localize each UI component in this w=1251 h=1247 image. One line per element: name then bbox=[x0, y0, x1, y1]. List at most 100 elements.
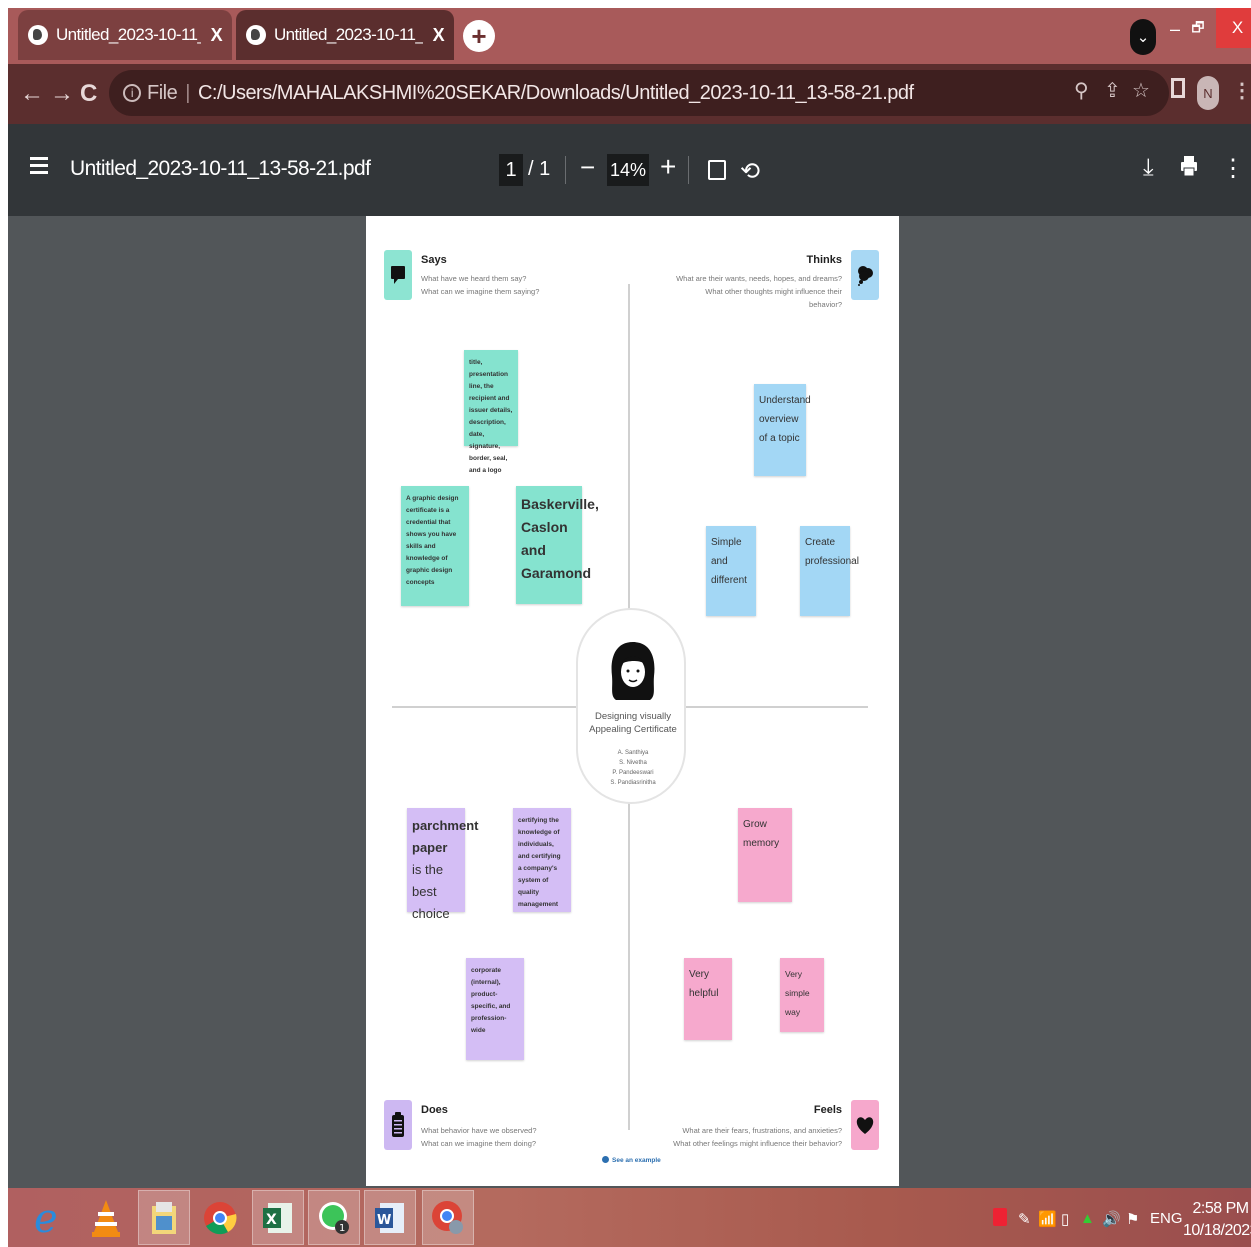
tab-pdf-1[interactable]: Untitled_2023-10-11_14-23-24.pdf X bbox=[18, 10, 232, 60]
nvidia-icon[interactable]: ▲ bbox=[1080, 1210, 1095, 1227]
svg-text:W: W bbox=[377, 1213, 391, 1228]
hamburger-menu-icon[interactable] bbox=[30, 157, 48, 178]
tab-close-button[interactable]: X bbox=[211, 25, 223, 46]
chrome-profile-icon[interactable] bbox=[422, 1190, 474, 1245]
thought-cloud-icon bbox=[851, 250, 879, 300]
sticky-note-does: parchment paper is the best choice bbox=[407, 808, 478, 921]
file-explorer-icon[interactable] bbox=[138, 1190, 190, 1245]
info-icon[interactable]: i bbox=[123, 84, 141, 102]
feels-title: Feels bbox=[813, 1104, 842, 1116]
page-number-input[interactable]: 1 bbox=[499, 154, 523, 186]
address-toolbar: ← → C i File | C:/Users/MAHALAKSHMI%20SE… bbox=[8, 64, 1251, 124]
battery-icon[interactable]: ▯ bbox=[1061, 1210, 1069, 1228]
sidebar-icon[interactable] bbox=[1171, 78, 1185, 98]
zoom-in-button[interactable]: + bbox=[660, 151, 676, 183]
back-icon[interactable]: ← bbox=[20, 80, 44, 108]
info-dot-icon bbox=[602, 1156, 609, 1163]
volume-icon[interactable]: 🔊 bbox=[1102, 1210, 1121, 1228]
svg-text:e: e bbox=[34, 1198, 58, 1238]
taskbar: e X 1 W ✎ 📶 ▯ ▲ 🔊 ⚑ ENG 2:58 PM 10/18/20… bbox=[8, 1188, 1251, 1247]
sticky-note-thinks: Simple and different bbox=[706, 526, 756, 616]
restore-button[interactable]: 🗗 bbox=[1188, 16, 1208, 42]
tab-search-button[interactable]: ⌄ bbox=[1130, 19, 1156, 55]
globe-icon bbox=[28, 25, 48, 45]
tray-pen-icon[interactable]: ✎ bbox=[1018, 1210, 1031, 1228]
does-questions: What behavior have we observed? What can … bbox=[421, 1126, 537, 1148]
says-title: Says bbox=[421, 254, 447, 266]
reload-icon[interactable]: C bbox=[80, 80, 97, 108]
separator: | bbox=[185, 81, 190, 104]
signal-icon[interactable]: 📶 bbox=[1038, 1210, 1057, 1228]
team-names: A. Santhiya S. Nivetha P. Pandeeswari S.… bbox=[610, 750, 656, 786]
url-text[interactable]: C:/Users/MAHALAKSHMI%20SEKAR/Downloads/U… bbox=[198, 82, 914, 105]
clock[interactable]: 2:58 PM 10/18/2023 bbox=[1183, 1198, 1251, 1242]
persona-circle: Designing visually Appealing Certificate… bbox=[576, 608, 686, 804]
fit-page-icon[interactable] bbox=[708, 160, 726, 180]
zoom-out-button[interactable]: − bbox=[580, 152, 595, 183]
sticky-note-does: corporate (internal), product-specific, … bbox=[466, 958, 524, 1060]
heart-icon bbox=[851, 1100, 879, 1150]
pdf-title: Untitled_2023-10-11_13-58-21.pdf bbox=[70, 157, 371, 180]
scheme-label: File bbox=[147, 81, 178, 104]
thinks-title: Thinks bbox=[806, 254, 842, 266]
internet-explorer-icon[interactable]: e bbox=[22, 1190, 74, 1245]
vlc-icon[interactable] bbox=[80, 1190, 132, 1245]
does-title: Does bbox=[421, 1104, 448, 1116]
sticky-note-does: certifying the knowledge of individuals,… bbox=[513, 808, 571, 912]
clock-time: 2:58 PM bbox=[1192, 1200, 1249, 1217]
sticky-note-says: A graphic design certificate is a creden… bbox=[401, 486, 469, 606]
zoom-icon[interactable]: ⚲ bbox=[1074, 78, 1089, 103]
tab-title: Untitled_2023-10-11_14-23-24.pdf bbox=[56, 25, 201, 44]
excel-icon[interactable]: X bbox=[252, 1190, 304, 1245]
language-indicator[interactable]: ENG bbox=[1150, 1210, 1183, 1227]
clipboard-icon bbox=[384, 1100, 412, 1150]
divider bbox=[565, 156, 566, 184]
word-icon[interactable]: W bbox=[364, 1190, 416, 1245]
rotate-icon[interactable]: ⟲ bbox=[740, 157, 760, 186]
page-total: / 1 bbox=[528, 158, 551, 180]
profile-avatar[interactable]: N bbox=[1197, 76, 1219, 110]
minimize-button[interactable]: – bbox=[1168, 16, 1182, 42]
project-title: Designing visually Appealing Certificate bbox=[589, 711, 677, 735]
sticky-note-says: Baskerville, Caslon and Garamond bbox=[516, 486, 599, 604]
download-icon[interactable]: ⤓ bbox=[1143, 154, 1154, 182]
tab-close-button[interactable]: X bbox=[433, 25, 445, 46]
divider bbox=[688, 156, 689, 184]
pdf-page: Says What have we heard them say? What ca… bbox=[366, 216, 899, 1186]
more-options-icon[interactable]: ⋮ bbox=[1221, 154, 1245, 183]
sticky-note-thinks: Create professional bbox=[800, 526, 859, 616]
sticky-note-feels: Very simple way bbox=[780, 958, 824, 1032]
persona-face-icon bbox=[611, 642, 655, 700]
chrome-icon[interactable] bbox=[194, 1190, 246, 1245]
tray-app-icon[interactable] bbox=[993, 1208, 1007, 1226]
whatsapp-badge: 1 bbox=[339, 1223, 345, 1234]
tab-pdf-2[interactable]: Untitled_2023-10-11_13-58-21.pdf X bbox=[236, 10, 454, 60]
forward-icon[interactable]: → bbox=[50, 80, 74, 108]
sticky-note-feels: Grow memory bbox=[738, 808, 792, 902]
sticky-note-thinks: Understand overview of a topic bbox=[754, 384, 811, 476]
address-bar[interactable]: i File | C:/Users/MAHALAKSHMI%20SEKAR/Do… bbox=[109, 70, 1169, 116]
whatsapp-icon[interactable]: 1 bbox=[308, 1190, 360, 1245]
clock-date: 10/18/2023 bbox=[1183, 1222, 1251, 1239]
speech-bubble-icon bbox=[384, 250, 412, 300]
sticky-note-says: title, presentation line, the recipient … bbox=[464, 350, 518, 474]
zoom-input[interactable]: 14% bbox=[607, 154, 649, 186]
sticky-note-feels: Very helpful bbox=[684, 958, 732, 1040]
bookmark-star-icon[interactable]: ☆ bbox=[1132, 78, 1150, 103]
menu-dots-icon[interactable]: ⋮ bbox=[1232, 78, 1251, 103]
share-icon[interactable]: ⇪ bbox=[1104, 78, 1121, 103]
see-example-link[interactable]: See an example bbox=[602, 1156, 661, 1164]
print-icon[interactable] bbox=[1180, 155, 1198, 177]
feels-questions: What are their fears, frustrations, and … bbox=[673, 1126, 842, 1148]
new-tab-button[interactable]: + bbox=[463, 20, 495, 52]
close-window-button[interactable]: X bbox=[1216, 8, 1251, 48]
pdf-viewer[interactable]: Says What have we heard them say? What ca… bbox=[8, 216, 1251, 1188]
pdf-toolbar: Untitled_2023-10-11_13-58-21.pdf 1 / 1 −… bbox=[8, 124, 1251, 216]
globe-icon bbox=[246, 25, 266, 45]
thinks-questions: What are their wants, needs, hopes, and … bbox=[676, 274, 842, 309]
says-questions: What have we heard them say? What can we … bbox=[421, 274, 540, 296]
svg-text:X: X bbox=[266, 1212, 277, 1228]
tab-strip: Untitled_2023-10-11_14-23-24.pdf X Untit… bbox=[8, 8, 1251, 64]
flag-icon[interactable]: ⚑ bbox=[1126, 1210, 1139, 1228]
tab-title: Untitled_2023-10-11_13-58-21.pdf bbox=[274, 25, 423, 44]
